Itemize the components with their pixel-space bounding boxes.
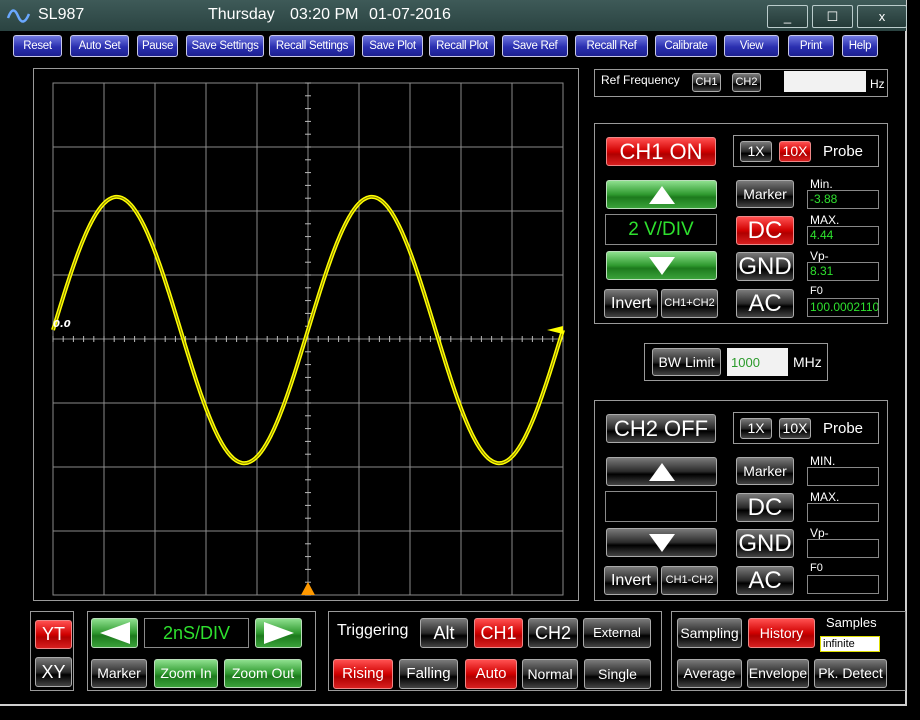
trigger-position-marker (301, 582, 315, 595)
ch1-max-value: 4.44 (807, 226, 879, 245)
yt-mode-button[interactable]: YT (35, 620, 72, 649)
arrow-right-icon (263, 622, 294, 644)
ch1-min-value: -3.88 (807, 190, 879, 209)
timebase-display: 2nS/DIV (144, 618, 249, 648)
zoom-in-button[interactable]: Zoom In (154, 659, 218, 688)
time-marker-button[interactable]: Marker (91, 659, 147, 688)
minimize-button[interactable]: _ (767, 5, 808, 28)
ch2-math-button[interactable]: CH1-CH2 (661, 566, 718, 595)
ch1-power-button[interactable]: CH1 ON (606, 137, 716, 166)
toolbar-view-button[interactable]: View (724, 35, 779, 57)
bw-limit-button[interactable]: BW Limit (652, 348, 721, 376)
trigger-auto-button[interactable]: Auto (465, 659, 517, 689)
ch1-volts-up-button[interactable] (606, 180, 717, 209)
ch2-vpp-value (807, 539, 879, 558)
ch1-volts-div-display: 2 V/DIV (605, 214, 717, 245)
ch1-volts-down-button[interactable] (606, 251, 717, 280)
trigger-falling-button[interactable]: Falling (399, 659, 458, 689)
toolbar-calibrate-button[interactable]: Calibrate (655, 35, 717, 57)
arrow-left-icon (99, 622, 130, 644)
bw-limit-input[interactable] (727, 348, 788, 376)
arrow-up-icon (648, 463, 675, 481)
arrow-down-icon (648, 257, 675, 275)
ref-hz-unit: Hz (870, 77, 885, 91)
zoom-out-button[interactable]: Zoom Out (224, 659, 302, 688)
ch2-volts-down-button[interactable] (606, 528, 717, 557)
average-button[interactable]: Average (677, 659, 742, 688)
xy-mode-button[interactable]: XY (35, 657, 72, 687)
ch2-f0-value (807, 575, 879, 594)
ch2-gnd-button[interactable]: GND (736, 529, 794, 558)
pk-detect-button[interactable]: Pk. Detect (814, 659, 887, 688)
ch2-probe-10x-button[interactable]: 10X (779, 418, 811, 439)
scope-screen (51, 82, 565, 596)
ch1-ac-button[interactable]: AC (736, 289, 794, 318)
close-button[interactable]: x (857, 5, 907, 28)
timebase-decrease-button[interactable] (91, 618, 138, 648)
ch1-probe-label: Probe (823, 143, 864, 160)
ch1-gnd-button[interactable]: GND (736, 252, 794, 281)
arrow-up-icon (648, 186, 675, 204)
ref-ch1-button[interactable]: CH1 (692, 73, 721, 92)
trigger-ch1-button[interactable]: CH1 (474, 618, 523, 648)
ch1-f0-value: 100.0002110 (807, 298, 879, 317)
sampling-button[interactable]: Sampling (677, 618, 742, 648)
ref-frequency-input[interactable] (784, 71, 866, 92)
maximize-button[interactable]: ☐ (812, 5, 853, 28)
ch1-probe-10x-button[interactable]: 10X (779, 141, 811, 162)
samples-input[interactable] (820, 636, 880, 652)
ch1-vpp-value: 8.31 (807, 262, 879, 281)
trigger-external-button[interactable]: External (583, 618, 651, 648)
ch1-zero-marker-label: 0.0 (53, 319, 71, 330)
arrow-down-icon (648, 534, 675, 552)
trigger-normal-button[interactable]: Normal (522, 659, 578, 689)
trigger-level-marker (547, 326, 563, 334)
envelope-button[interactable]: Envelope (747, 659, 809, 688)
ref-frequency-label: Ref Frequency (601, 73, 680, 87)
ch1-math-button[interactable]: CH1+CH2 (661, 289, 718, 318)
ch2-marker-button[interactable]: Marker (736, 457, 794, 485)
toolbar-print-button[interactable]: Print (788, 35, 834, 57)
trigger-alt-button[interactable]: Alt (420, 618, 468, 648)
ch1-probe-1x-button[interactable]: 1X (740, 141, 772, 162)
trigger-ch2-button[interactable]: CH2 (528, 618, 578, 648)
trigger-single-button[interactable]: Single (584, 659, 651, 689)
ch1-dc-button[interactable]: DC (736, 216, 794, 245)
ch2-min-value (807, 467, 879, 486)
samples-label: Samples (826, 615, 877, 630)
toolbar-help-button[interactable]: Help (842, 35, 878, 57)
ch2-max-value (807, 503, 879, 522)
ch2-invert-button[interactable]: Invert (604, 566, 658, 595)
ch2-probe-1x-button[interactable]: 1X (740, 418, 772, 439)
scope-display: 0.0 (33, 68, 579, 601)
ch1-invert-button[interactable]: Invert (604, 289, 658, 318)
ch2-volts-div-display (605, 491, 717, 522)
triggering-label: Triggering (337, 622, 409, 639)
ch2-probe-label: Probe (823, 420, 864, 437)
history-button[interactable]: History (748, 618, 815, 648)
ref-ch2-button[interactable]: CH2 (732, 73, 761, 92)
ch2-volts-up-button[interactable] (606, 457, 717, 486)
ch2-power-button[interactable]: CH2 OFF (606, 414, 716, 443)
ch2-dc-button[interactable]: DC (736, 493, 794, 522)
trigger-rising-button[interactable]: Rising (333, 659, 393, 689)
bw-unit: MHz (793, 354, 822, 370)
ch2-ac-button[interactable]: AC (736, 566, 794, 595)
timebase-increase-button[interactable] (255, 618, 302, 648)
ch1-marker-button[interactable]: Marker (736, 180, 794, 208)
